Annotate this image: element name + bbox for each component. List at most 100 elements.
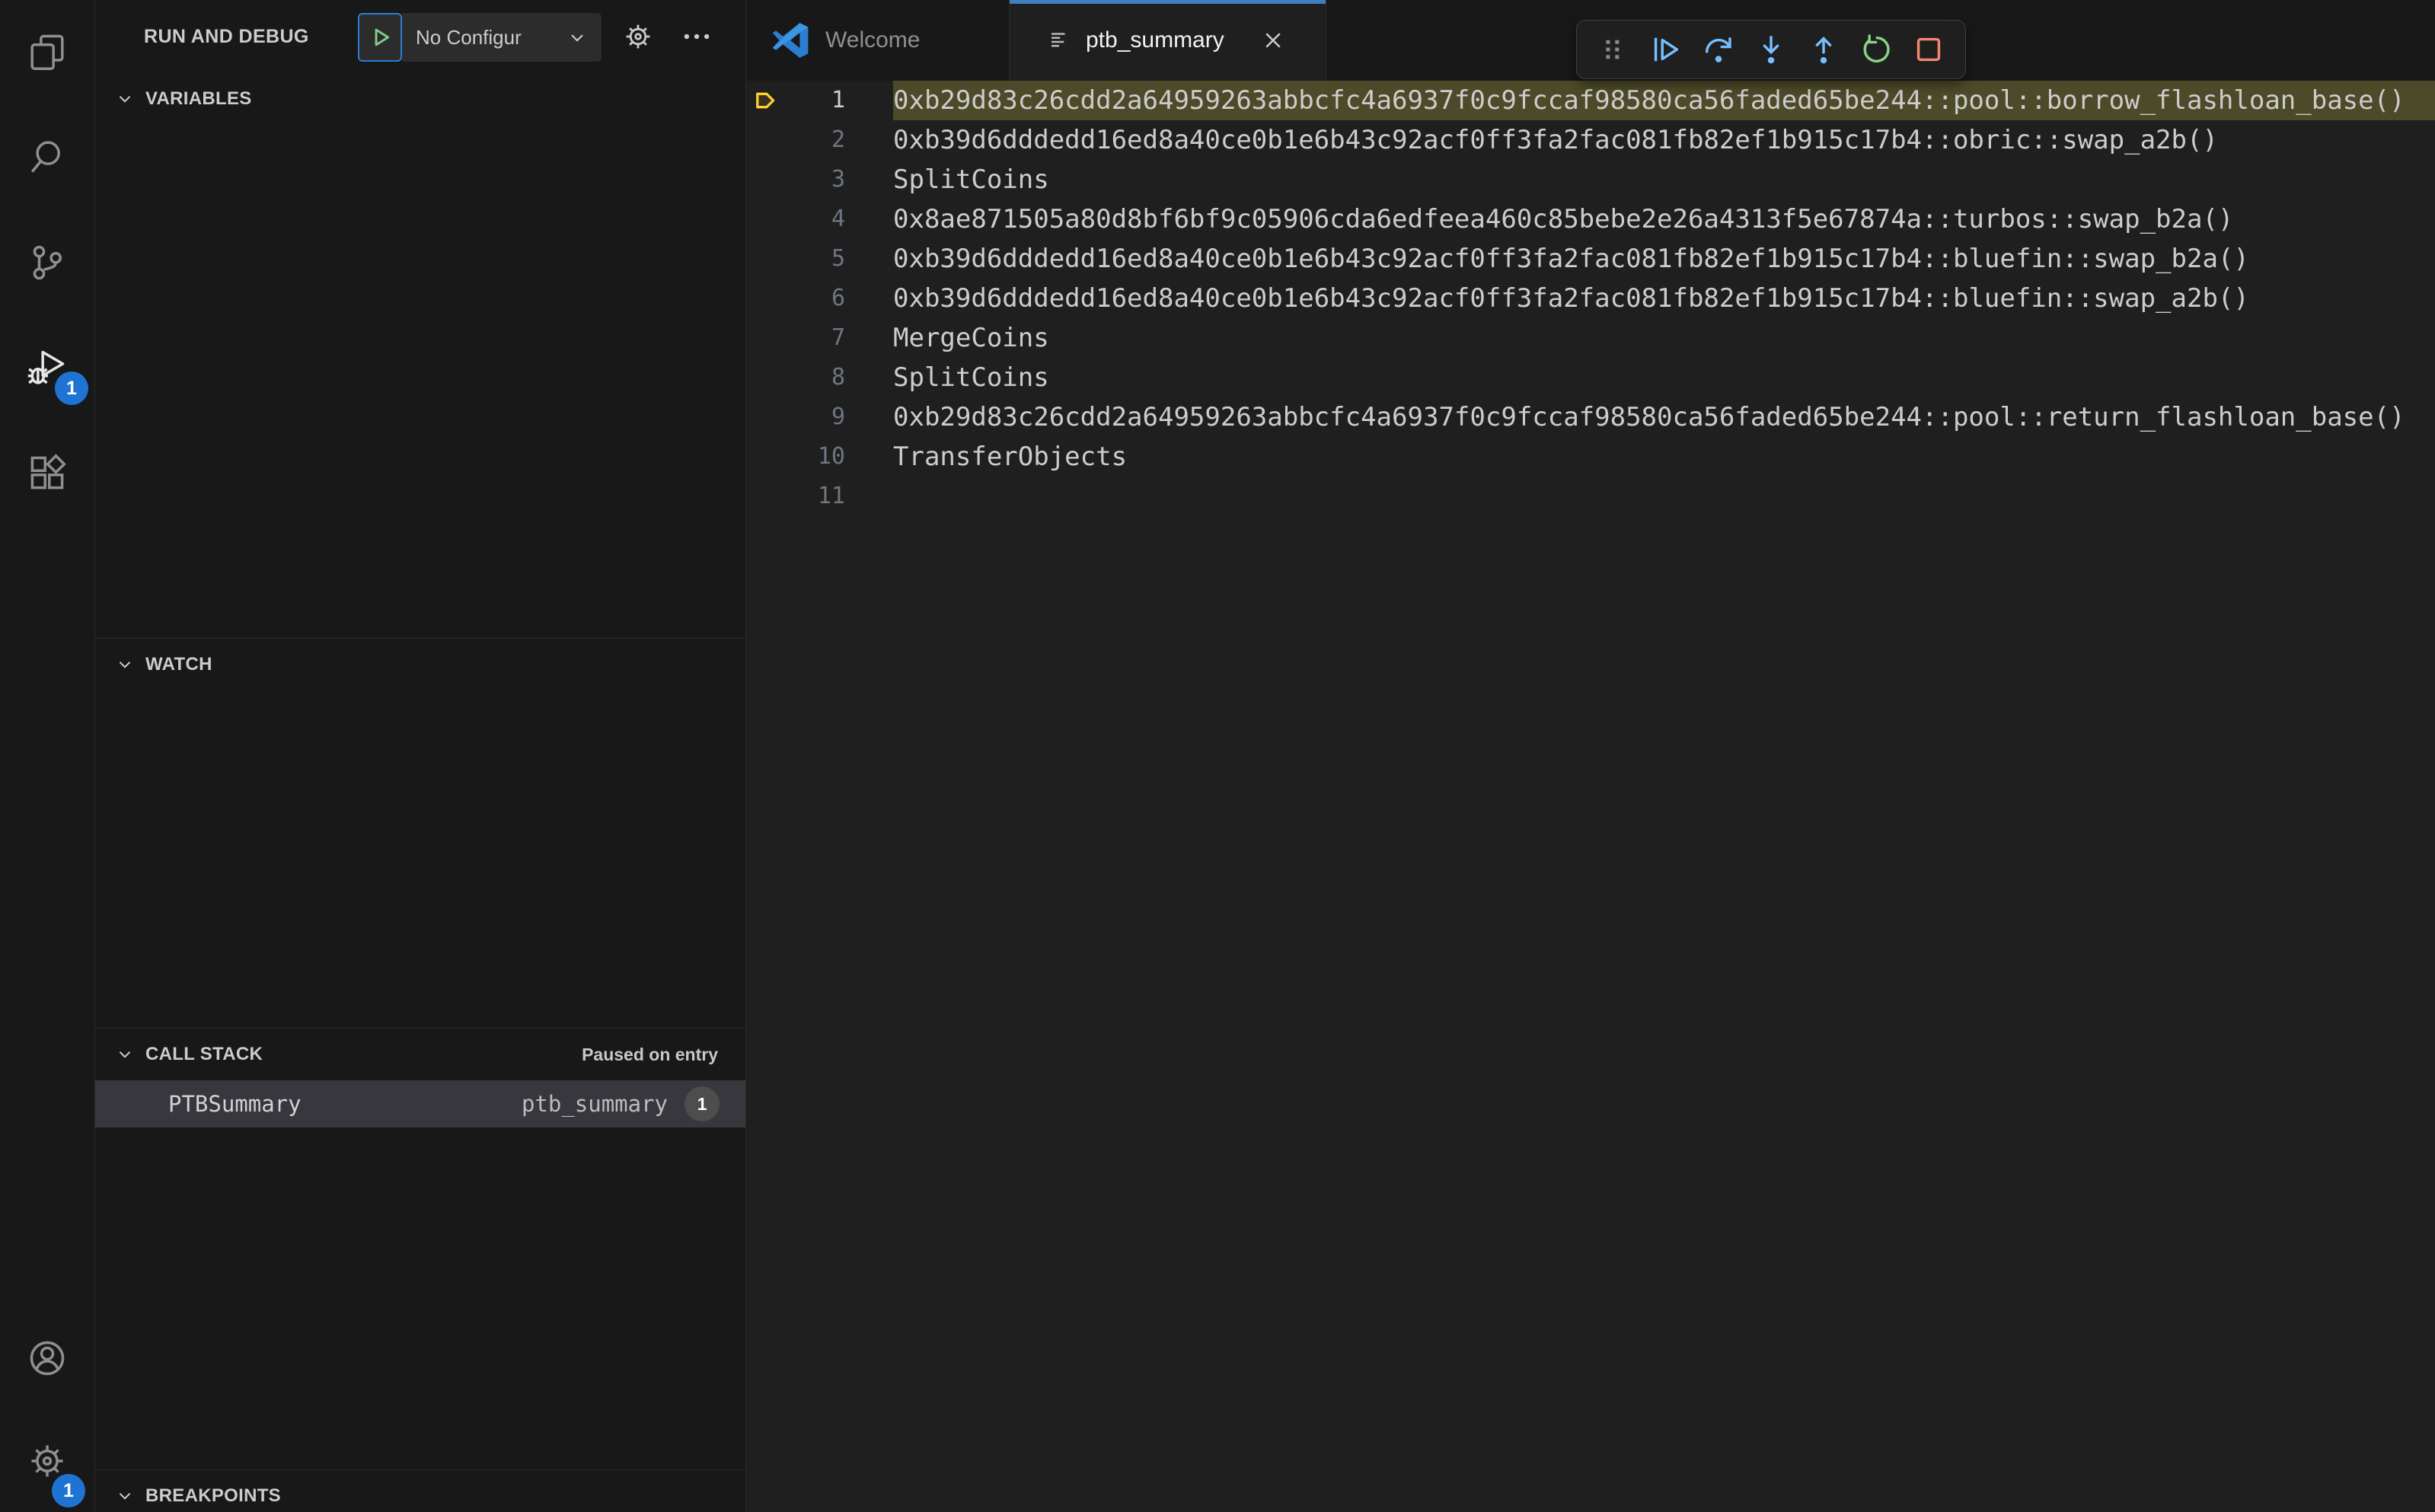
editor-tab-bar: Welcome ptb_summary xyxy=(746,0,2435,81)
code-line-7[interactable]: 7 MergeCoins xyxy=(746,318,2435,358)
code-line-6[interactable]: 6 0xb39d6dddedd16ed8a40ce0b1e6b43c92acf0f… xyxy=(746,279,2435,318)
code-line-2[interactable]: 2 0xb39d6dddedd16ed8a40ce0b1e6b43c92acf0f… xyxy=(746,120,2435,160)
line-text[interactable]: 0xb39d6dddedd16ed8a40ce0b1e6b43c92acf0ff… xyxy=(893,239,2435,279)
start-debugging-button[interactable] xyxy=(358,13,402,62)
line-text[interactable]: SplitCoins xyxy=(893,160,2435,199)
debug-current-line-arrow-icon xyxy=(746,81,786,120)
line-number[interactable]: 2 xyxy=(786,120,845,160)
sidebar-title: RUN AND DEBUG xyxy=(144,26,309,47)
activity-settings[interactable]: 1 xyxy=(0,1409,94,1512)
activity-search[interactable] xyxy=(0,105,94,210)
frame-meta: ptb_summary 1 xyxy=(522,1086,720,1121)
line-number[interactable]: 7 xyxy=(786,318,845,358)
debug-badge: 1 xyxy=(55,372,88,405)
close-tab-icon[interactable] xyxy=(1258,25,1288,56)
section-label: BREAKPOINTS xyxy=(145,1485,281,1506)
activity-accounts[interactable] xyxy=(0,1306,94,1409)
activity-run-and-debug[interactable]: 1 xyxy=(0,315,94,420)
play-icon xyxy=(367,24,393,50)
breakpoints-section-header[interactable]: BREAKPOINTS xyxy=(95,1470,745,1512)
chevron-down-icon xyxy=(119,1493,131,1500)
code-line-4[interactable]: 4 0x8ae871505a80d8bf6bf9c05906cda6edfeea4… xyxy=(746,199,2435,239)
debug-step-into-button[interactable] xyxy=(1749,27,1793,72)
call-stack-status: Paused on entry xyxy=(582,1044,718,1064)
chevron-down-icon xyxy=(119,662,131,668)
code-line-9[interactable]: 9 0xb29d83c26cdd2a64959263abbcfc4a6937f0c… xyxy=(746,397,2435,437)
glyph-margin[interactable] xyxy=(746,239,786,279)
chevron-down-icon xyxy=(119,96,131,103)
glyph-margin[interactable] xyxy=(746,358,786,397)
list-icon xyxy=(1048,29,1071,52)
watch-section-header[interactable]: WATCH xyxy=(95,639,745,691)
more-actions-icon[interactable] xyxy=(680,20,713,53)
toolbar-drag-handle[interactable] xyxy=(1591,27,1636,72)
glyph-margin[interactable] xyxy=(746,199,786,239)
line-text[interactable]: 0x8ae871505a80d8bf6bf9c05906cda6edfeea46… xyxy=(893,199,2435,239)
debug-step-out-button[interactable] xyxy=(1802,27,1846,72)
settings-badge: 1 xyxy=(52,1474,85,1507)
launch-control-group: No Configur xyxy=(358,13,602,62)
tab-label: Welcome xyxy=(825,27,921,53)
line-text[interactable]: 0xb29d83c26cdd2a64959263abbcfc4a6937f0c9… xyxy=(893,81,2435,120)
code-line-10[interactable]: 10 TransferObjects xyxy=(746,437,2435,477)
line-number[interactable]: 8 xyxy=(786,358,845,397)
glyph-margin[interactable] xyxy=(746,477,786,516)
variables-section-header[interactable]: VARIABLES xyxy=(95,73,745,125)
launch-settings-gear-icon[interactable] xyxy=(621,20,655,53)
section-label: CALL STACK xyxy=(145,1044,263,1064)
code-line-5[interactable]: 5 0xb39d6dddedd16ed8a40ce0b1e6b43c92acf0f… xyxy=(746,239,2435,279)
line-text[interactable]: 0xb39d6dddedd16ed8a40ce0b1e6b43c92acf0ff… xyxy=(893,120,2435,160)
line-text[interactable]: 0xb29d83c26cdd2a64959263abbcfc4a6937f0c9… xyxy=(893,397,2435,437)
code-line-3[interactable]: 3 SplitCoins xyxy=(746,160,2435,199)
call-stack-section: CALL STACK Paused on entry PTBSummary ptb… xyxy=(95,1028,745,1469)
glyph-margin[interactable] xyxy=(746,437,786,477)
extensions-icon xyxy=(26,451,69,494)
code-line-1[interactable]: 1 0xb29d83c26cdd2a64959263abbcfc4a6937f0c… xyxy=(746,81,2435,120)
line-text[interactable]: MergeCoins xyxy=(893,318,2435,358)
glyph-margin[interactable] xyxy=(746,279,786,318)
line-number[interactable]: 10 xyxy=(786,437,845,477)
activity-bar-bottom: 1 xyxy=(0,1306,94,1512)
code-editor[interactable]: 1 0xb29d83c26cdd2a64959263abbcfc4a6937f0c… xyxy=(746,81,2435,1512)
debug-config-dropdown[interactable]: No Configur xyxy=(402,13,602,62)
call-stack-section-header[interactable]: CALL STACK Paused on entry xyxy=(95,1029,745,1080)
line-text[interactable]: 0xb39d6dddedd16ed8a40ce0b1e6b43c92acf0ff… xyxy=(893,279,2435,318)
debug-restart-button[interactable] xyxy=(1854,27,1898,72)
glyph-margin[interactable] xyxy=(746,160,786,199)
line-number[interactable]: 5 xyxy=(786,239,845,279)
editor-group: Welcome ptb_summary 1 0xb29d83c26cdd2a64… xyxy=(746,0,2435,1512)
line-number[interactable]: 9 xyxy=(786,397,845,437)
debug-continue-button[interactable] xyxy=(1644,27,1688,72)
debug-toolbar xyxy=(1576,20,1966,79)
line-text[interactable]: SplitCoins xyxy=(893,358,2435,397)
call-stack-frames: PTBSummary ptb_summary 1 xyxy=(95,1080,745,1128)
code-line-8[interactable]: 8 SplitCoins xyxy=(746,358,2435,397)
glyph-margin[interactable] xyxy=(746,120,786,160)
glyph-margin[interactable] xyxy=(746,318,786,358)
tab-welcome[interactable]: Welcome xyxy=(746,0,1010,81)
line-number[interactable]: 1 xyxy=(786,81,845,120)
call-stack-frame[interactable]: PTBSummary ptb_summary 1 xyxy=(95,1080,745,1128)
glyph-margin[interactable] xyxy=(746,397,786,437)
debug-stop-button[interactable] xyxy=(1907,27,1951,72)
line-number[interactable]: 6 xyxy=(786,279,845,318)
frame-name: PTBSummary xyxy=(168,1091,302,1117)
activity-extensions[interactable] xyxy=(0,420,94,525)
frame-badge: 1 xyxy=(685,1086,720,1121)
line-number[interactable]: 11 xyxy=(786,477,845,516)
line-text[interactable] xyxy=(893,477,2435,516)
activity-explorer[interactable] xyxy=(0,0,94,105)
activity-source-control[interactable] xyxy=(0,210,94,315)
frame-source: ptb_summary xyxy=(521,1091,668,1117)
line-text[interactable]: TransferObjects xyxy=(893,437,2435,477)
line-number[interactable]: 3 xyxy=(786,160,845,199)
code-line-11[interactable]: 11 xyxy=(746,477,2435,516)
section-label: WATCH xyxy=(145,654,212,675)
breakpoints-section: BREAKPOINTS xyxy=(95,1469,745,1512)
source-control-branch-icon xyxy=(26,241,69,284)
activity-bar: 1 1 xyxy=(0,0,95,1512)
tab-ptb-summary[interactable]: ptb_summary xyxy=(1010,0,1326,81)
line-number[interactable]: 4 xyxy=(786,199,845,239)
debug-step-over-button[interactable] xyxy=(1696,27,1741,72)
chevron-down-icon xyxy=(566,27,588,48)
